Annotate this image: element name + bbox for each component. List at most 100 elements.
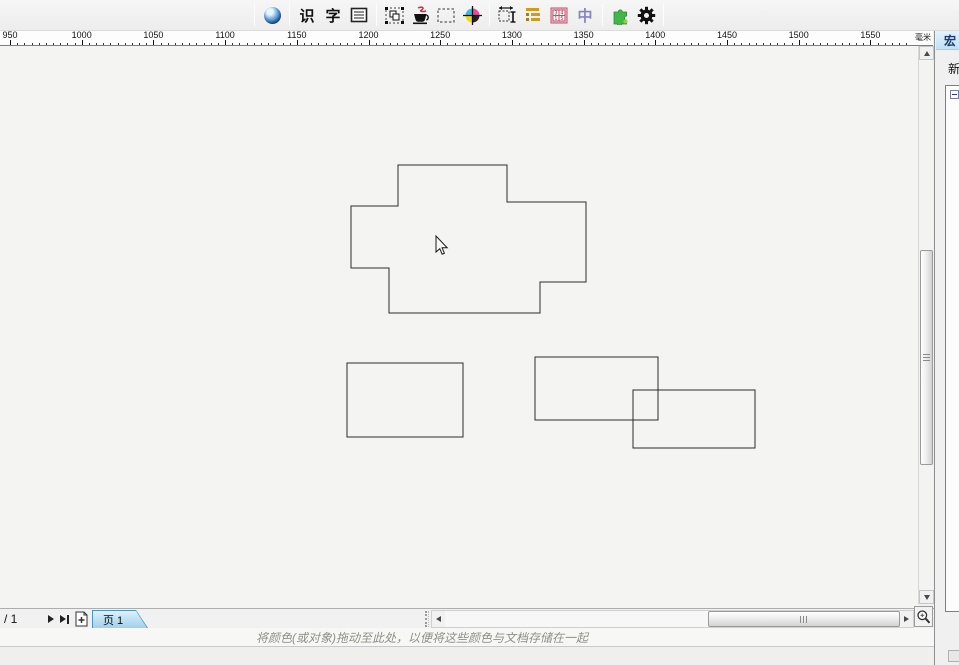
ruler-tick <box>175 43 176 46</box>
ruler-tick <box>741 43 742 46</box>
svg-text:5: 5 <box>561 16 564 22</box>
document-list-button[interactable] <box>346 3 372 27</box>
ruler-tick <box>268 43 269 46</box>
ruler-tick-label: 1050 <box>143 31 163 40</box>
docker-partial-button[interactable] <box>948 650 959 662</box>
ruler-tick <box>232 43 233 46</box>
ruler-tick <box>433 43 434 46</box>
ruler-tick <box>777 43 778 46</box>
ruler-tick <box>326 43 327 46</box>
toolbar-separator <box>663 4 664 26</box>
toolbar-separator <box>376 4 377 26</box>
ruler-tick <box>340 43 341 46</box>
ruler-tick-label: 1000 <box>72 31 92 40</box>
gear-icon <box>637 6 656 25</box>
center-char-button[interactable]: 中 <box>572 3 598 27</box>
scroll-up-button[interactable] <box>919 46 934 60</box>
character-button[interactable]: 字 <box>320 3 346 27</box>
next-page-icon <box>48 615 54 623</box>
ruler-tick <box>397 43 398 46</box>
ruler-tick <box>455 43 456 46</box>
vertical-scrollbar[interactable] <box>918 46 933 604</box>
ruler-tick <box>146 43 147 46</box>
page-tab[interactable]: 页 1 <box>92 610 148 628</box>
ruler-tick <box>75 43 76 46</box>
ruler-tick <box>53 43 54 46</box>
arrow-right-icon <box>904 616 909 622</box>
recognize-button[interactable]: 识 <box>294 3 320 27</box>
ruler-tick <box>598 43 599 46</box>
ruler-tick <box>792 43 793 46</box>
ruler-tick <box>10 40 11 45</box>
orange-list-icon <box>524 7 542 23</box>
ruler-tick <box>813 43 814 46</box>
ruler-tick <box>627 43 628 46</box>
ruler-tick <box>369 40 370 45</box>
application-window: 识 字 <box>0 0 959 665</box>
ruler-tick-label: 1150 <box>287 31 306 40</box>
ruler-tick <box>541 43 542 46</box>
ruler-tick <box>619 43 620 46</box>
thumb-grip-icon <box>923 354 930 362</box>
h-ruler[interactable]: 9501000105011001150120012501300135014001… <box>0 31 933 46</box>
dimension-button[interactable] <box>494 3 520 27</box>
group-select-button[interactable] <box>381 3 407 27</box>
horizontal-scroll-thumb[interactable] <box>708 611 900 627</box>
marquee-button[interactable] <box>433 3 459 27</box>
stepped-polygon[interactable] <box>351 165 586 313</box>
ruler-tick <box>490 43 491 46</box>
settings-button[interactable] <box>633 3 659 27</box>
vertical-scroll-thumb[interactable] <box>920 250 933 465</box>
coffee-button[interactable] <box>407 3 433 27</box>
character-char-icon: 字 <box>325 5 340 26</box>
docker-title[interactable]: 宏 <box>936 31 959 50</box>
color-wheel-button[interactable] <box>459 3 485 27</box>
ruler-tick <box>46 43 47 46</box>
toolbar-separator <box>289 4 290 26</box>
horizontal-scrollbar[interactable] <box>431 610 914 628</box>
macro-tree-view[interactable] <box>945 85 959 612</box>
ruler-tick <box>39 43 40 46</box>
last-page-button[interactable] <box>58 612 71 626</box>
document-list-icon <box>350 7 368 23</box>
ruler-tick <box>734 43 735 46</box>
ruler-tick <box>290 43 291 46</box>
last-page-icon <box>60 615 66 623</box>
rectangle-3[interactable] <box>633 390 755 448</box>
ruler-tick <box>390 43 391 46</box>
ruler-tick-label: 1350 <box>574 31 594 40</box>
rectangle-2[interactable] <box>535 357 658 420</box>
numbered-grid-button[interactable]: 3 4 1 5 <box>546 3 572 27</box>
ruler-tick <box>863 43 864 46</box>
thumb-grip-icon <box>800 616 808 623</box>
scroll-down-button[interactable] <box>919 590 934 604</box>
ruler-tick <box>218 43 219 46</box>
ruler-tick-label: 1450 <box>717 31 737 40</box>
ruler-tick <box>168 43 169 46</box>
ruler-tick <box>447 43 448 46</box>
page-bar: / 1 页 1 <box>0 608 934 628</box>
pagebar-splitter[interactable] <box>425 611 429 627</box>
ruler-tick <box>684 43 685 46</box>
zoom-tool-button[interactable] <box>914 606 933 627</box>
next-page-button[interactable] <box>44 612 57 626</box>
list-options-button[interactable] <box>520 3 546 27</box>
document-palette-strip[interactable] <box>0 647 934 665</box>
add-page-button[interactable] <box>74 611 89 627</box>
scroll-left-button[interactable] <box>432 611 445 627</box>
drawing-canvas[interactable] <box>0 46 918 608</box>
ruler-tick-label: 1250 <box>430 31 450 40</box>
globe-button[interactable] <box>259 3 285 27</box>
ruler-tick <box>691 43 692 46</box>
dimension-icon <box>498 6 517 24</box>
ruler-tick <box>376 43 377 46</box>
rectangle-1[interactable] <box>347 363 463 437</box>
ruler-tick <box>275 43 276 46</box>
ruler-tick <box>892 43 893 46</box>
ruler-tick <box>204 43 205 46</box>
plugin-button[interactable] <box>607 3 633 27</box>
tree-collapse-icon[interactable] <box>950 90 959 99</box>
ruler-tick <box>254 43 255 46</box>
scroll-right-button[interactable] <box>900 611 913 627</box>
ruler-tick <box>591 43 592 46</box>
